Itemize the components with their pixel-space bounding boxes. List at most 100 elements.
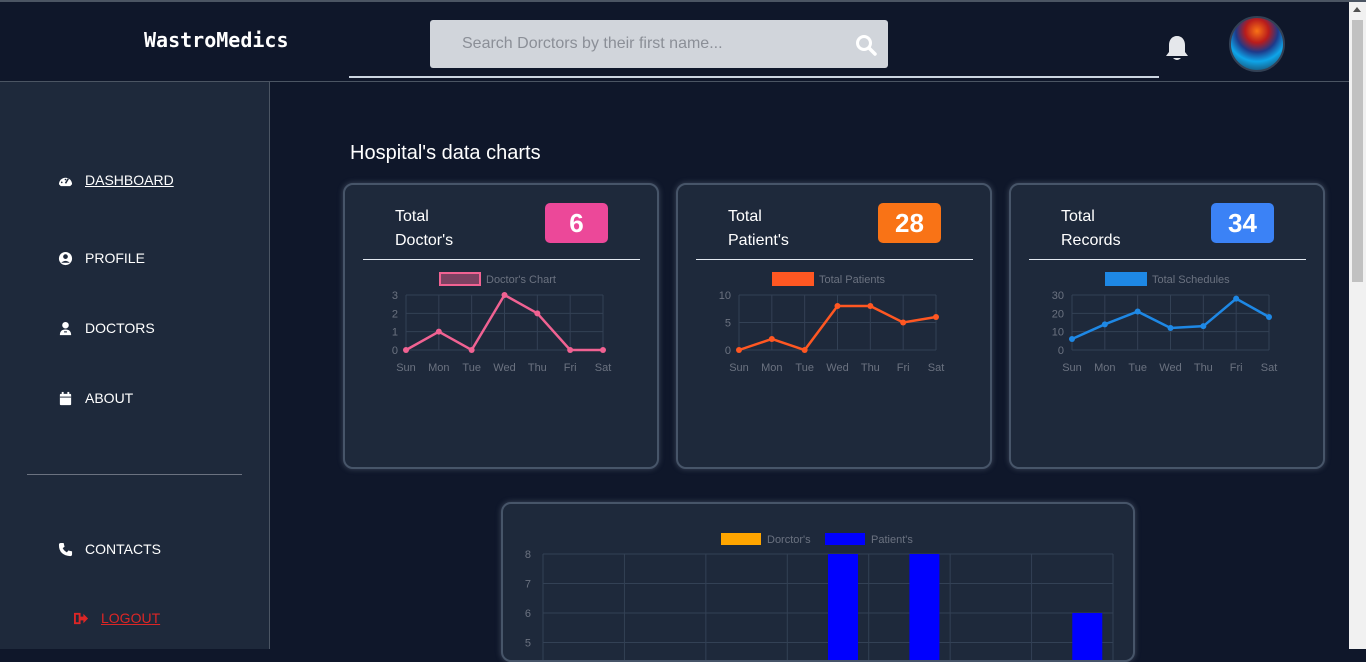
x-tick-label: Thu <box>1194 362 1213 374</box>
logout-label: LOGOUT <box>101 610 161 626</box>
card-label: Total Doctor's <box>395 205 505 253</box>
search-icon[interactable] <box>854 33 878 57</box>
y-tick-label: 0 <box>1058 345 1064 357</box>
logout-icon <box>74 612 89 624</box>
x-tick-label: Thu <box>528 362 547 374</box>
card-label-line: Total <box>1061 208 1095 225</box>
data-point <box>1200 323 1207 330</box>
search-input[interactable] <box>430 20 830 68</box>
top-bar: WastroMedics <box>0 0 1366 82</box>
y-tick-label: 5 <box>525 638 531 650</box>
card-divider <box>363 259 640 260</box>
data-point <box>1233 295 1240 302</box>
card-divider <box>696 259 973 260</box>
y-tick-label: 7 <box>525 579 531 591</box>
card-label-line: Total <box>728 208 762 225</box>
card-label-line: Patient's <box>728 232 789 249</box>
avatar[interactable] <box>1229 16 1285 72</box>
sidebar-item-about[interactable]: ABOUT <box>58 390 133 406</box>
x-tick-label: Wed <box>826 362 848 374</box>
card-label: Total Records <box>1061 205 1171 253</box>
data-point <box>801 347 808 353</box>
data-point <box>867 303 874 309</box>
y-tick-label: 0 <box>392 345 398 357</box>
doctor-icon <box>59 321 72 335</box>
count-badge: 6 <box>545 203 608 243</box>
page-title: Hospital's data charts <box>350 142 541 164</box>
bar <box>909 554 940 660</box>
x-tick-label: Mon <box>761 362 782 374</box>
doctors-line-chart: Doctor's Chart 0 1 2 3 Sun Mon Tue Wed Thu Fri Sat <box>392 272 611 374</box>
legend-swatch <box>1105 272 1147 286</box>
x-tick-label: Wed <box>493 362 515 374</box>
x-tick-label: Sun <box>729 362 749 374</box>
x-tick-label: Sat <box>1261 362 1278 374</box>
bell-icon[interactable] <box>1164 34 1190 62</box>
x-tick-label: Thu <box>861 362 880 374</box>
legend-label: Total Schedules <box>1152 274 1230 286</box>
legend-label: Patient's <box>871 534 913 546</box>
x-tick-label: Sun <box>396 362 416 374</box>
data-point <box>435 328 442 335</box>
y-tick-label: 0 <box>725 345 731 357</box>
data-point <box>567 347 574 353</box>
y-tick-label: 6 <box>525 608 531 620</box>
bar <box>1072 613 1103 660</box>
y-tick-label: 10 <box>1052 327 1064 339</box>
legend-swatch <box>772 272 814 286</box>
x-tick-label: Fri <box>897 362 910 374</box>
legend-label: Doctor's Chart <box>486 274 556 286</box>
phone-icon <box>58 542 73 556</box>
scroll-thumb[interactable] <box>1352 20 1363 282</box>
y-tick-label: 8 <box>525 549 531 561</box>
user-circle-icon <box>58 251 73 265</box>
patients-card: Total Patient's 28 Total Patients 0 5 10 Sun… <box>676 183 992 469</box>
legend-label: Dorctor's <box>767 534 811 546</box>
x-tick-label: Sun <box>1062 362 1082 374</box>
sidebar-item-label: ABOUT <box>85 390 134 406</box>
x-tick-label: Tue <box>462 362 481 374</box>
sidebar-item-label: CONTACTS <box>85 541 161 557</box>
sidebar: DASHBOARD PROFILE DOCTORS ABOUT CONTACTS <box>0 82 270 649</box>
bar <box>828 554 858 660</box>
scrollbar[interactable] <box>1349 2 1366 649</box>
x-tick-label: Tue <box>795 362 814 374</box>
patients-line-chart: Total Patients 0 5 10 Sun Mon Tue Wed Thu Fri Sat <box>719 272 945 374</box>
sidebar-divider <box>27 474 242 475</box>
x-tick-label: Tue <box>1128 362 1147 374</box>
card-label: Total Patient's <box>728 205 838 253</box>
y-tick-label: 5 <box>725 318 731 330</box>
legend-swatch <box>439 272 481 286</box>
x-tick-label: Mon <box>1094 362 1115 374</box>
y-tick-label: 30 <box>1052 290 1064 302</box>
data-point <box>1167 325 1174 331</box>
brand-logo[interactable]: WastroMedics <box>144 28 289 52</box>
data-point <box>900 319 907 326</box>
data-point <box>1101 321 1108 328</box>
data-point <box>768 336 775 342</box>
data-point <box>501 292 508 298</box>
x-tick-label: Sat <box>928 362 945 374</box>
x-tick-label: Fri <box>564 362 577 374</box>
sidebar-item-dashboard[interactable]: DASHBOARD <box>58 172 174 188</box>
data-point <box>534 310 541 317</box>
y-tick-label: 10 <box>719 290 731 302</box>
data-point <box>736 347 742 353</box>
card-divider <box>1029 259 1306 260</box>
card-label-line: Total <box>395 208 429 225</box>
data-point <box>1266 314 1272 320</box>
legend-label: Total Patients <box>819 274 886 286</box>
y-tick-label: 1 <box>392 327 398 339</box>
comparison-bar-chart: Dorctor's Patient's 5 6 7 8 <box>525 533 1114 660</box>
sidebar-item-doctors[interactable]: DOCTORS <box>58 320 155 336</box>
sidebar-item-label: DASHBOARD <box>85 172 174 188</box>
doctors-card: Total Doctor's 6 Doctor's Chart 0 1 2 3 Sun Mo… <box>343 183 659 469</box>
x-tick-label: Mon <box>428 362 449 374</box>
card-label-line: Doctor's <box>395 232 454 249</box>
sidebar-item-contacts[interactable]: CONTACTS <box>58 541 161 557</box>
logout-link[interactable]: LOGOUT <box>74 610 160 626</box>
search-underline <box>349 76 1159 78</box>
sidebar-item-profile[interactable]: PROFILE <box>58 250 145 266</box>
scroll-up-arrow[interactable] <box>1353 7 1361 12</box>
card-label-line: Records <box>1061 232 1121 249</box>
